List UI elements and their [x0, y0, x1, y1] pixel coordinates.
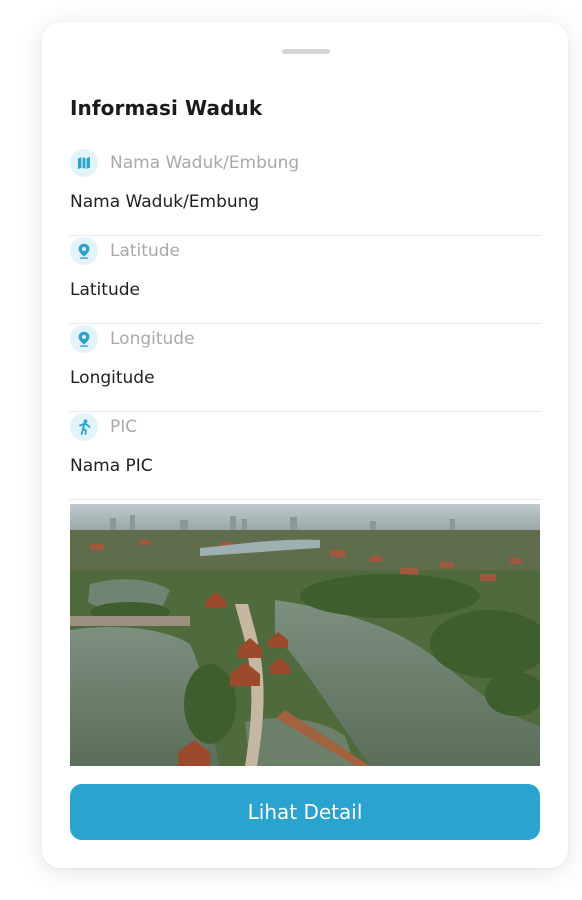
field-value: Nama PIC [70, 456, 153, 476]
location-pin-icon [70, 237, 98, 265]
sheet-title: Informasi Waduk [70, 96, 263, 120]
field-value: Latitude [70, 280, 140, 300]
drag-handle[interactable] [282, 49, 330, 54]
field-label: Longitude [110, 329, 195, 349]
field-value: Nama Waduk/Embung [70, 192, 260, 212]
location-pin-icon [70, 325, 98, 353]
field-value: Longitude [70, 368, 155, 388]
bottom-sheet: Informasi Waduk Nama Waduk/Embung Nama W… [42, 22, 568, 868]
field-label: PIC [110, 417, 138, 437]
detail-button[interactable]: Lihat Detail [70, 784, 540, 840]
field-label: Latitude [110, 241, 180, 261]
field-longitude: Longitude Longitude [70, 324, 540, 412]
field-label: Nama Waduk/Embung [110, 153, 300, 173]
person-icon [70, 413, 98, 441]
field-latitude: Latitude Latitude [70, 236, 540, 324]
field-pic: PIC Nama PIC [70, 412, 540, 500]
field-reservoir-name: Nama Waduk/Embung Nama Waduk/Embung [70, 148, 540, 236]
map-icon [70, 149, 98, 177]
reservoir-photo [70, 504, 540, 766]
